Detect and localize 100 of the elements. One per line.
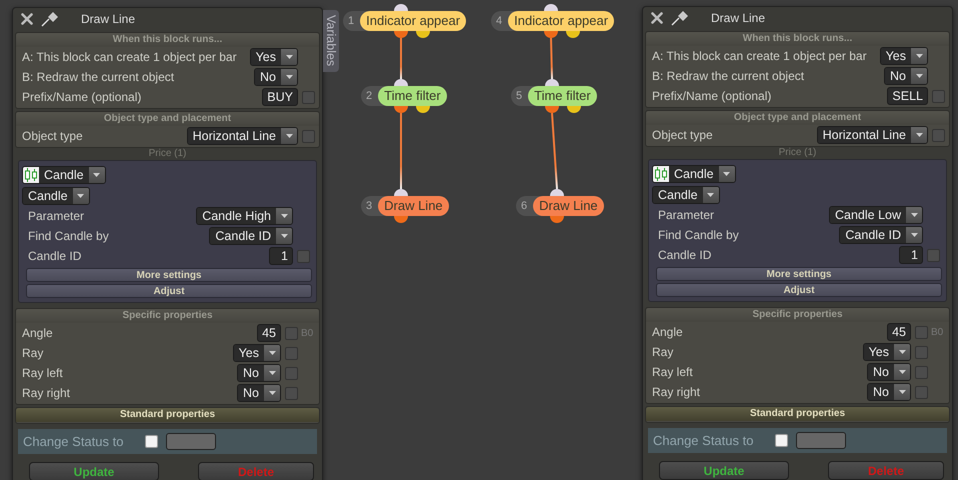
caret-icon — [916, 133, 922, 137]
dropdown[interactable]: Yes — [862, 343, 911, 361]
dropdown[interactable]: Horizontal Line — [816, 126, 928, 144]
field-label: Ray right — [652, 385, 702, 399]
checkbox[interactable] — [285, 386, 298, 400]
checkbox[interactable] — [932, 128, 945, 142]
checkbox[interactable] — [302, 130, 315, 142]
flow-node[interactable]: Indicator appear — [360, 11, 466, 31]
close-icon[interactable] — [21, 13, 33, 25]
output-port-icon[interactable] — [567, 106, 581, 113]
input-field[interactable]: SELL — [887, 87, 928, 105]
dropdown[interactable]: No — [867, 363, 911, 381]
section-header: Specific properties — [646, 308, 949, 322]
output-port-icon[interactable] — [544, 31, 558, 38]
status-field[interactable] — [166, 433, 216, 450]
dropdown[interactable]: Horizontal Line — [186, 127, 298, 145]
dropdown[interactable]: Yes — [232, 344, 281, 362]
caret-icon — [280, 214, 288, 218]
dropdown[interactable]: Candle — [22, 186, 90, 204]
flow-node[interactable]: Time filter — [378, 86, 447, 106]
output-port-icon[interactable] — [394, 31, 408, 38]
caret-icon — [77, 194, 84, 198]
settings-button[interactable]: Adjust — [656, 283, 942, 297]
input-field[interactable]: 45 — [257, 324, 281, 342]
dropdown[interactable]: Candle High — [196, 207, 293, 225]
settings-button[interactable]: More settings — [656, 267, 942, 281]
checkbox[interactable] — [915, 386, 928, 398]
checkbox[interactable] — [285, 366, 298, 380]
checkbox[interactable] — [145, 435, 158, 448]
checkbox[interactable] — [297, 250, 310, 262]
field-label: Parameter — [28, 209, 86, 223]
section-header: Object type and placement — [646, 111, 949, 125]
checkbox[interactable] — [302, 90, 315, 104]
flow-node[interactable]: Indicator appear — [508, 11, 614, 31]
dropdown[interactable]: Candle — [22, 166, 106, 184]
output-port-icon[interactable] — [550, 216, 564, 223]
flow-node[interactable]: Time filter — [528, 86, 597, 106]
input-field[interactable]: 1 — [899, 246, 923, 264]
variables-tab[interactable]: Variables — [323, 10, 339, 72]
caret-icon — [268, 391, 276, 395]
dropdown[interactable]: Candle ID — [209, 227, 293, 245]
input-port-icon[interactable] — [545, 79, 559, 86]
dropdown[interactable]: Candle — [652, 164, 736, 182]
caret-icon — [910, 213, 918, 217]
settings-button[interactable]: More settings — [26, 268, 312, 282]
checkbox[interactable] — [915, 326, 928, 338]
settings-button[interactable]: Adjust — [26, 284, 312, 298]
field-label: Object type — [652, 128, 714, 142]
dropdown[interactable]: Candle — [652, 186, 720, 204]
checkbox[interactable] — [915, 346, 928, 358]
window-title: Draw Line — [81, 12, 136, 26]
field-label: Change Status to — [23, 434, 124, 449]
close-icon[interactable] — [651, 12, 663, 24]
input-port-icon[interactable] — [394, 79, 408, 86]
caret-icon — [916, 74, 922, 78]
output-port-icon[interactable] — [394, 216, 408, 223]
dropdown[interactable]: Yes — [880, 47, 928, 65]
checkbox[interactable] — [285, 326, 298, 340]
section-caption: Price (1) — [778, 147, 818, 159]
caret-icon — [268, 371, 276, 375]
checkbox[interactable] — [775, 434, 788, 447]
output-port-icon[interactable] — [545, 106, 559, 113]
field-label: Parameter — [658, 208, 716, 222]
field-label: B: Redraw the current object — [22, 70, 176, 84]
update-button[interactable]: Update — [659, 461, 789, 480]
dropdown[interactable]: No — [867, 383, 911, 401]
field-label: Ray — [652, 345, 674, 359]
dropdown[interactable]: No — [254, 68, 298, 86]
flow-node[interactable]: Draw Line — [533, 196, 604, 216]
input-port-icon[interactable] — [544, 4, 558, 11]
status-field[interactable] — [796, 432, 846, 449]
output-port-icon[interactable] — [416, 31, 430, 38]
output-port-icon[interactable] — [566, 31, 580, 38]
checkbox[interactable] — [915, 366, 928, 378]
field-label: Prefix/Name (optional) — [22, 90, 142, 104]
dropdown[interactable]: No — [237, 364, 281, 382]
section-header: Object type and placement — [16, 112, 319, 126]
input-field[interactable]: 45 — [887, 323, 911, 341]
field-label: Ray right — [22, 386, 72, 400]
input-port-icon[interactable] — [550, 189, 564, 196]
update-button[interactable]: Update — [29, 462, 159, 480]
section-header: Standard properties — [646, 407, 949, 421]
dropdown[interactable]: Candle Low — [828, 206, 923, 224]
input-field[interactable]: BUY — [262, 88, 298, 106]
checkbox[interactable] — [285, 346, 298, 360]
input-port-icon[interactable] — [394, 4, 408, 11]
flow-node[interactable]: Draw Line — [378, 196, 449, 216]
output-port-icon[interactable] — [416, 106, 430, 113]
input-field[interactable]: 1 — [269, 247, 293, 265]
caret-icon — [898, 370, 906, 374]
dropdown[interactable]: Yes — [250, 48, 298, 66]
input-port-icon[interactable] — [394, 189, 408, 196]
dropdown[interactable]: Candle ID — [839, 226, 923, 244]
dropdown[interactable]: No — [884, 67, 928, 85]
output-port-icon[interactable] — [394, 106, 408, 113]
checkbox[interactable] — [927, 248, 940, 262]
checkbox[interactable] — [932, 90, 945, 102]
field-label: Prefix/Name (optional) — [652, 89, 772, 103]
dropdown[interactable]: No — [237, 384, 281, 402]
field-label: Find Candle by — [28, 229, 110, 243]
